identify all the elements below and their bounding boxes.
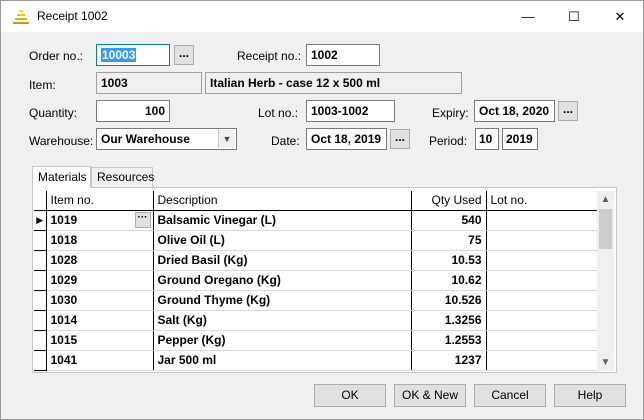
description-cell[interactable]: Salt (Kg) xyxy=(153,310,412,331)
column-header-description[interactable]: Description xyxy=(153,191,412,211)
scroll-thumb[interactable] xyxy=(599,209,612,249)
item-lookup-button[interactable]: ··· xyxy=(134,211,151,228)
order-no-field[interactable]: 10003 xyxy=(96,44,170,66)
item-no-cell[interactable]: 1041 xyxy=(46,350,154,371)
row-indicator-header xyxy=(34,191,47,211)
period-label: Period: xyxy=(429,134,468,148)
expiry-field[interactable]: Oct 18, 2020 xyxy=(474,100,555,122)
qty-used-cell[interactable]: 10.62 xyxy=(411,270,487,291)
tab-materials[interactable]: Materials xyxy=(32,166,91,188)
table-row[interactable]: ▶ 1019 ··· Balsamic Vinegar (L) 540 xyxy=(34,210,597,231)
receipt-no-label: Receipt no.: xyxy=(237,49,302,63)
item-no-cell[interactable]: 1014 xyxy=(46,310,154,331)
ok-button[interactable]: OK xyxy=(314,384,386,407)
item-no-cell[interactable]: 1028 xyxy=(46,250,154,271)
minimize-button[interactable]: — xyxy=(505,1,551,32)
row-indicator xyxy=(34,270,47,291)
help-button[interactable]: Help xyxy=(554,384,626,407)
row-indicator xyxy=(34,250,47,271)
qty-used-cell[interactable]: 540 xyxy=(411,210,487,231)
description-cell[interactable]: Ground Oregano (Kg) xyxy=(153,270,412,291)
table-row[interactable]: 1029 Ground Oregano (Kg) 10.62 xyxy=(34,270,597,291)
item-no-field: 1003 xyxy=(96,72,202,94)
receipt-window: Receipt 1002 — ☐ ✕ Order no.: 10003 ... … xyxy=(0,0,644,420)
column-header-qty-used[interactable]: Qty Used xyxy=(411,191,487,211)
cancel-button[interactable]: Cancel xyxy=(474,384,546,407)
title-bar: Receipt 1002 — ☐ ✕ xyxy=(1,1,643,32)
maximize-button[interactable]: ☐ xyxy=(551,1,597,32)
lot-no-cell[interactable] xyxy=(486,270,597,291)
expiry-picker-button[interactable]: ... xyxy=(558,101,578,121)
receipt-no-field[interactable]: 1002 xyxy=(306,44,380,66)
current-row-indicator: ▶ xyxy=(34,210,47,231)
lot-no-cell[interactable] xyxy=(486,350,597,371)
description-cell[interactable]: Jar 500 ml xyxy=(153,350,412,371)
expiry-label: Expiry: xyxy=(432,106,469,120)
item-label: Item: xyxy=(29,78,56,92)
materials-grid: Item no. Description Qty Used Lot no. ▶ … xyxy=(34,191,597,371)
date-field[interactable]: Oct 18, 2019 xyxy=(306,128,387,150)
lot-no-cell[interactable] xyxy=(486,210,597,231)
item-no-cell[interactable]: 1015 xyxy=(46,330,154,351)
date-picker-button[interactable]: ... xyxy=(390,129,410,149)
order-no-value: 10003 xyxy=(101,48,137,62)
description-cell[interactable]: Olive Oil (L) xyxy=(153,230,412,251)
description-cell[interactable]: Balsamic Vinegar (L) xyxy=(153,210,412,231)
lot-no-field[interactable]: 1003-1002 xyxy=(306,100,395,122)
close-button[interactable]: ✕ xyxy=(597,1,643,32)
description-cell[interactable]: Pepper (Kg) xyxy=(153,330,412,351)
grid-vertical-scrollbar[interactable]: ▲ ▼ xyxy=(597,191,614,371)
row-indicator xyxy=(34,350,47,371)
quantity-field[interactable]: 100 xyxy=(96,100,170,122)
lot-no-cell[interactable] xyxy=(486,250,597,271)
warehouse-label: Warehouse: xyxy=(29,134,94,148)
window-title: Receipt 1002 xyxy=(37,9,108,23)
item-no-value: 1019 xyxy=(50,213,78,227)
lot-no-cell[interactable] xyxy=(486,290,597,311)
chevron-down-icon[interactable]: ▼ xyxy=(218,130,235,148)
warehouse-select[interactable]: Our Warehouse ▼ xyxy=(96,128,237,150)
lot-no-label: Lot no.: xyxy=(258,106,299,120)
order-lookup-button[interactable]: ... xyxy=(174,45,194,65)
description-cell[interactable]: Ground Thyme (Kg) xyxy=(153,290,412,311)
row-indicator xyxy=(34,230,47,251)
item-no-cell[interactable]: 1019 ··· xyxy=(46,210,154,231)
ok-and-new-button[interactable]: OK & New xyxy=(394,384,466,407)
column-header-lot-no[interactable]: Lot no. xyxy=(486,191,597,211)
table-row[interactable]: 1015 Pepper (Kg) 1.2553 xyxy=(34,330,597,351)
qty-used-cell[interactable]: 1.3256 xyxy=(411,310,487,331)
warehouse-value: Our Warehouse xyxy=(101,132,190,146)
tab-resources[interactable]: Resources xyxy=(91,167,154,188)
table-row[interactable]: 1018 Olive Oil (L) 75 xyxy=(34,230,597,251)
lot-no-cell[interactable] xyxy=(486,230,597,251)
item-no-cell[interactable]: 1030 xyxy=(46,290,154,311)
item-description-field: Italian Herb - case 12 x 500 ml xyxy=(205,72,462,94)
column-header-item-no[interactable]: Item no. xyxy=(46,191,154,211)
table-row[interactable]: 1014 Salt (Kg) 1.3256 xyxy=(34,310,597,331)
item-no-cell[interactable]: 1029 xyxy=(46,270,154,291)
lot-no-cell[interactable] xyxy=(486,330,597,351)
scroll-down-icon[interactable]: ▼ xyxy=(597,354,614,371)
table-row[interactable]: 1030 Ground Thyme (Kg) 10.526 xyxy=(34,290,597,311)
item-no-cell[interactable]: 1018 xyxy=(46,230,154,251)
row-indicator xyxy=(34,330,47,351)
qty-used-cell[interactable]: 10.53 xyxy=(411,250,487,271)
qty-used-cell[interactable]: 75 xyxy=(411,230,487,251)
description-cell[interactable]: Dried Basil (Kg) xyxy=(153,250,412,271)
order-no-label: Order no.: xyxy=(29,49,84,63)
lot-no-cell[interactable] xyxy=(486,310,597,331)
quantity-label: Quantity: xyxy=(29,106,78,120)
row-indicator xyxy=(34,290,47,311)
period-year-field[interactable]: 2019 xyxy=(502,128,538,150)
period-no-field[interactable]: 10 xyxy=(475,128,499,150)
qty-used-cell[interactable]: 1237 xyxy=(411,350,487,371)
table-row[interactable]: 1028 Dried Basil (Kg) 10.53 xyxy=(34,250,597,271)
qty-used-cell[interactable]: 1.2553 xyxy=(411,330,487,351)
row-indicator xyxy=(34,310,47,331)
table-row[interactable]: 1041 Jar 500 ml 1237 xyxy=(34,350,597,371)
date-label: Date: xyxy=(271,134,300,148)
scale-icon xyxy=(13,10,29,24)
scroll-up-icon[interactable]: ▲ xyxy=(597,191,614,208)
qty-used-cell[interactable]: 10.526 xyxy=(411,290,487,311)
